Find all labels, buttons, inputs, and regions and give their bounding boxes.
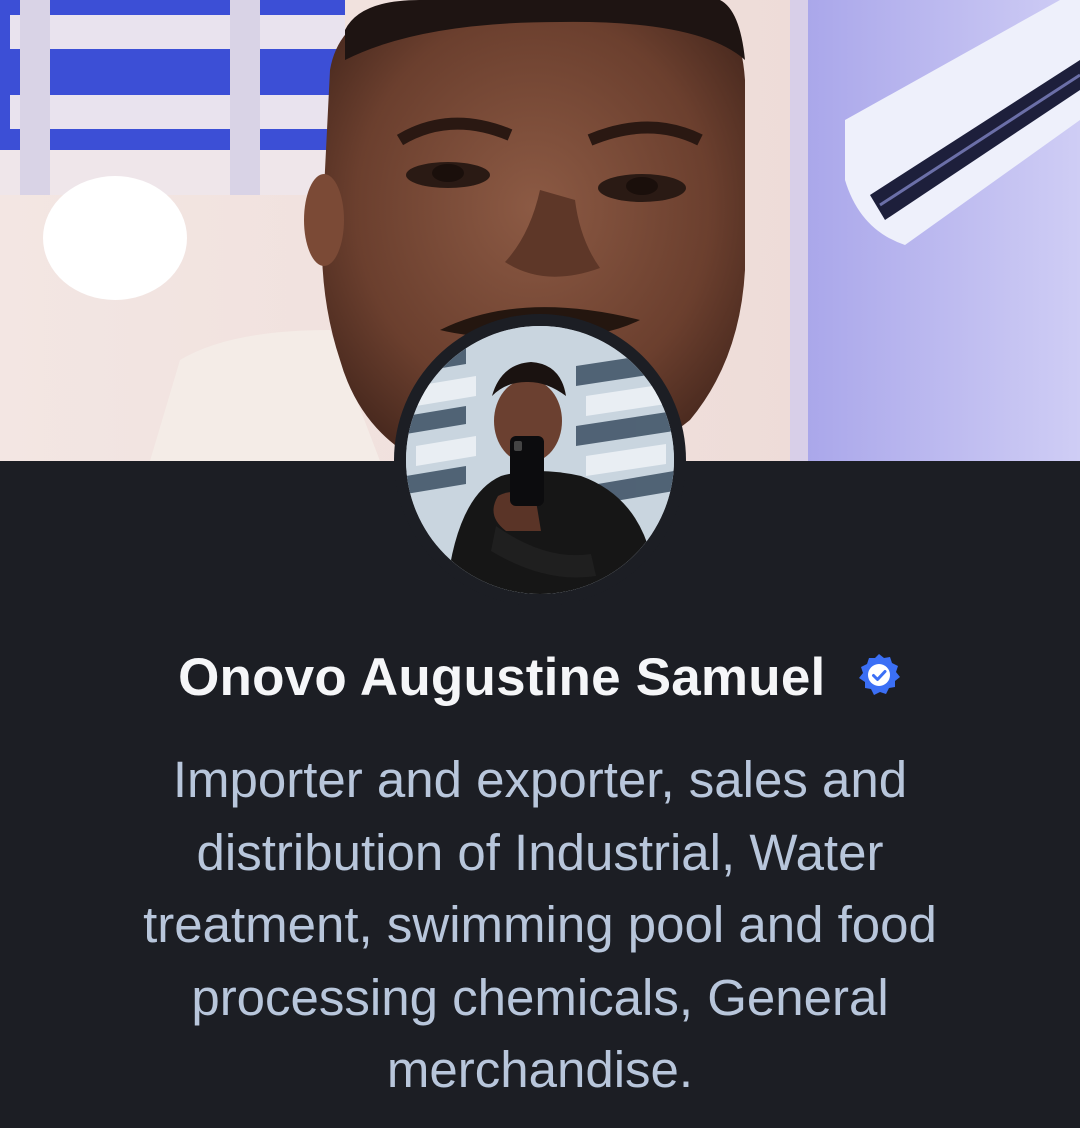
profile-name-row: Onovo Augustine Samuel [0,646,1080,710]
verified-check-badge-icon[interactable] [856,652,902,698]
profile-name: Onovo Augustine Samuel [178,648,826,707]
profile-page: Onovo Augustine Samuel Importer and expo… [0,0,1080,1128]
profile-avatar[interactable] [394,314,686,606]
profile-bio: Importer and exporter, sales and distrib… [143,751,937,1098]
avatar-photo [406,326,674,594]
